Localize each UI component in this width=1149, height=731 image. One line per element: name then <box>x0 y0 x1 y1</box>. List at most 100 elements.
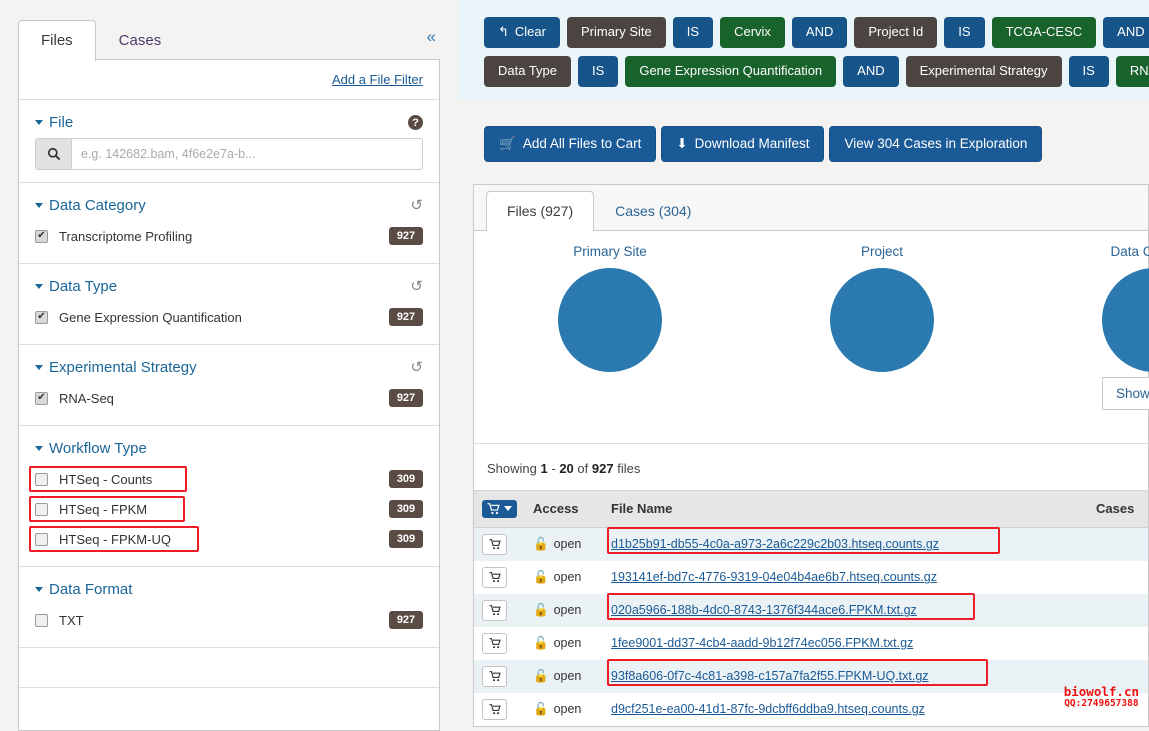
shopping-cart-icon: 🛒 <box>499 135 516 151</box>
checkbox[interactable] <box>35 613 48 627</box>
tab-cases[interactable]: Cases (304) <box>594 191 712 230</box>
facet-item-count: 309 <box>389 530 423 548</box>
filter-field-experimental-strategy[interactable]: Experimental Strategy <box>905 55 1062 87</box>
filter-op-is-1[interactable]: IS <box>672 17 714 48</box>
cell-file-name: 93f8a606-0f7c-4c81-a398-c157a7fa2f55.FPK… <box>603 658 1088 693</box>
facet-item-htseq-fpkm-uq[interactable]: HTSeq - FPKM-UQ 309 <box>29 524 423 554</box>
sidebar-tab-cases[interactable]: Cases <box>96 20 185 60</box>
chevron-down-icon <box>504 506 512 512</box>
add-to-cart-button[interactable] <box>482 566 507 588</box>
download-manifest-button[interactable]: ⬇ Download Manifest <box>661 125 825 162</box>
checkbox[interactable] <box>35 532 48 546</box>
checkbox[interactable] <box>35 229 48 243</box>
facet-experimental-strategy-title-group[interactable]: Experimental Strategy <box>35 359 197 376</box>
cell-file-name: 193141ef-bd7c-4776-9319-04e04b4ae6b7.hts… <box>603 560 1088 594</box>
checkbox[interactable] <box>35 310 48 324</box>
filter-op-and-2[interactable]: AND <box>1103 17 1149 48</box>
filter-field-primary-site[interactable]: Primary Site <box>566 17 666 48</box>
show-more-button[interactable]: Show More <box>1102 376 1149 410</box>
facet-item-txt[interactable]: TXT 927 <box>35 605 423 635</box>
sidebar-tab-files[interactable]: Files <box>18 20 96 61</box>
filter-field-data-type[interactable]: Data Type <box>484 55 572 87</box>
reset-icon[interactable]: ↺ <box>410 279 423 294</box>
cell-cases <box>1088 626 1148 660</box>
chevron-down-icon <box>35 120 43 125</box>
cart-dropdown-button[interactable] <box>482 499 517 518</box>
facet-data-type-title-group[interactable]: Data Type <box>35 278 117 295</box>
col-header-cart <box>474 489 525 528</box>
filter-op-and-3[interactable]: AND <box>843 55 899 87</box>
chart-title: Data Category <box>1110 243 1149 259</box>
filter-value-cervix[interactable]: Cervix <box>720 17 785 48</box>
checkbox[interactable] <box>35 391 48 405</box>
add-to-cart-button[interactable] <box>482 533 507 555</box>
col-header-access[interactable]: Access <box>525 489 603 528</box>
reset-icon[interactable]: ↺ <box>410 360 423 375</box>
filter-value-rna-seq[interactable]: RNA-Seq <box>1115 55 1149 87</box>
filter-op-and-1[interactable]: AND <box>791 17 848 48</box>
pill-label: IS <box>1082 62 1095 78</box>
file-name-link[interactable]: 1fee9001-dd37-4cb4-aadd-9b12f74ec056.FPK… <box>611 636 913 650</box>
file-name-link[interactable]: 193141ef-bd7c-4776-9319-04e04b4ae6b7.hts… <box>611 570 937 584</box>
file-name-link[interactable]: 020a5966-188b-4dc0-8743-1376f344ace6.FPK… <box>611 603 917 617</box>
showing-summary: Showing 1 - 20 of 927 files <box>474 444 1148 490</box>
filter-op-is-4[interactable]: IS <box>1068 55 1109 87</box>
table-row: 🔓 open 193141ef-bd7c-4776-9319-04e04b4ae6… <box>474 560 1148 594</box>
pill-label: Data Type <box>498 62 558 78</box>
filter-op-is-3[interactable]: IS <box>578 55 619 87</box>
facet-item-count: 927 <box>389 611 423 629</box>
pie-chart[interactable] <box>558 267 662 372</box>
view-cases-in-exploration-button[interactable]: View 304 Cases in Exploration <box>829 125 1043 162</box>
facet-data-format-title-group[interactable]: Data Format <box>35 581 132 598</box>
add-to-cart-button[interactable] <box>482 698 507 720</box>
collapse-sidebar-icon[interactable]: « <box>427 28 436 45</box>
cell-cart <box>474 659 525 693</box>
facet-data-category-title-group[interactable]: Data Category <box>35 197 146 214</box>
files-table-body: 🔓 open d1b25b91-db55-4c0a-a973-2a6c229c2b… <box>474 526 1148 726</box>
add-to-cart-button[interactable] <box>482 665 507 687</box>
watermark-qq: QQ:2749657388 <box>1064 697 1139 709</box>
download-manifest-label: Download Manifest <box>694 136 810 152</box>
col-header-file-name[interactable]: File Name <box>603 489 1088 528</box>
pill-label: IS <box>592 62 605 78</box>
search-icon[interactable] <box>36 139 72 169</box>
facet-item-label: TXT <box>59 612 84 628</box>
facet-item-transcriptome-profiling[interactable]: Transcriptome Profiling 927 <box>35 221 423 251</box>
file-search-input[interactable] <box>72 139 422 169</box>
facet-item-rna-seq[interactable]: RNA-Seq 927 <box>35 383 423 413</box>
filter-value-tcga-cesc[interactable]: TCGA-CESC <box>991 17 1097 48</box>
pie-chart[interactable] <box>1102 267 1149 372</box>
showing-total: 927 <box>591 460 614 476</box>
add-to-cart-button[interactable] <box>482 599 507 621</box>
reset-icon[interactable]: ↺ <box>410 198 423 213</box>
file-name-link[interactable]: 93f8a606-0f7c-4c81-a398-c157a7fa2f55.FPK… <box>611 669 929 683</box>
help-icon[interactable]: ? <box>408 115 423 130</box>
checkbox[interactable] <box>35 472 48 486</box>
checkbox[interactable] <box>35 502 48 516</box>
facet-item-htseq-counts[interactable]: HTSeq - Counts 309 <box>29 464 423 494</box>
cell-file-name: d1b25b91-db55-4c0a-a973-2a6c229c2b03.hts… <box>603 526 1088 561</box>
cell-file-name: d9cf251e-ea00-41d1-87fc-9dcbff6ddba9.hts… <box>603 692 1088 726</box>
facet-file-title-group[interactable]: File <box>35 114 73 131</box>
facet-item-gene-expression-quantification[interactable]: Gene Expression Quantification 927 <box>35 302 423 332</box>
file-name-link[interactable]: d1b25b91-db55-4c0a-a973-2a6c229c2b03.hts… <box>611 537 939 551</box>
tab-files-label: Files (927) <box>507 202 574 219</box>
add-all-files-to-cart-button[interactable]: 🛒 Add All Files to Cart <box>484 125 657 162</box>
filter-value-gene-expression-quantification[interactable]: Gene Expression Quantification <box>625 55 837 87</box>
pie-chart[interactable] <box>830 267 934 372</box>
add-to-cart-button[interactable] <box>482 632 507 654</box>
clear-filters-button[interactable]: ↰ Clear <box>484 17 560 48</box>
facet-item-htseq-fpkm[interactable]: HTSeq - FPKM 309 <box>29 494 423 524</box>
file-name-link[interactable]: d9cf251e-ea00-41d1-87fc-9dcbff6ddba9.hts… <box>611 702 925 716</box>
sidebar-tab-cases-label: Cases <box>118 32 162 49</box>
tab-files[interactable]: Files (927) <box>486 190 595 231</box>
filter-op-is-2[interactable]: IS <box>944 17 985 48</box>
facet-workflow-type-title-group[interactable]: Workflow Type <box>35 440 147 457</box>
col-header-cases[interactable]: Cases <box>1088 489 1148 528</box>
pill-label: AND <box>857 62 885 78</box>
filter-field-project-id[interactable]: Project Id <box>854 17 938 48</box>
add-file-filter-link[interactable]: Add a File Filter <box>332 72 423 87</box>
facet-file-title: File <box>49 114 74 131</box>
undo-arrow-icon: ↰ <box>498 24 509 39</box>
cell-cart <box>474 560 525 594</box>
